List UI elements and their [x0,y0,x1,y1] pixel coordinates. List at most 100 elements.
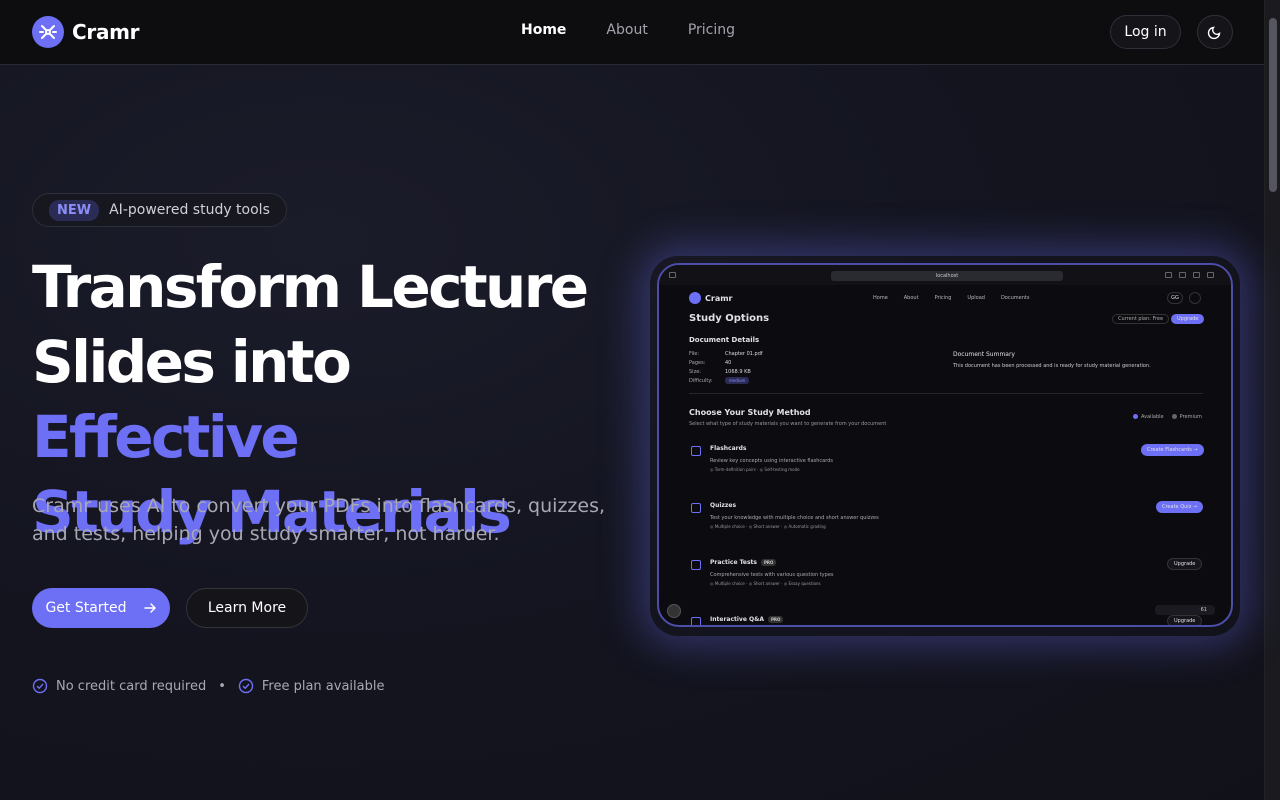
sidebar-toggle-icon [669,272,676,278]
preview-nav-link: Pricing [934,295,952,301]
preview-nav-link: About [903,295,919,301]
row-value: 1068.9 KB [725,369,751,375]
preview-doc-row: Size: 1068.9 KB [689,369,751,375]
scrollbar-thumb[interactable] [1269,18,1277,192]
preview-nav: Cramr Home About Pricing Upload Document… [689,292,1209,306]
nav-link-home[interactable]: Home [521,22,566,38]
preview-nav-link: Upload [967,295,985,301]
preview-avatar: GG [1167,292,1183,304]
brand-name: Cramr [72,20,140,44]
document-icon [691,503,701,513]
badge-new-tag: NEW [49,199,100,221]
preview-create-flashcards-button: Create Flashcards → [1141,444,1204,456]
preview-card-title: Practice Tests PRO [710,559,777,566]
browser-toolbar: localhost [659,265,1231,285]
headline-line2-plain: Slides into [32,328,352,396]
hero-subtext: Cramr uses AI to convert your PDFs into … [32,495,606,545]
preview-plan-badge: Current plan: Free [1112,314,1170,324]
preview-upgrade-button: Upgrade [1171,314,1205,324]
legend-item: Available [1133,414,1164,420]
preview-legend: Available Premium [1133,414,1202,420]
preview-logo-icon [689,292,701,304]
badge-text: AI-powered study tools [109,202,270,218]
preview-summary-heading: Document Summary [953,351,1015,358]
preview-card-tags: ◎ Multiple choice · ◎ Short answer · ◎ A… [710,524,826,529]
chat-icon [691,617,701,625]
legend-label: Available [1141,414,1164,420]
headline-line2-accent: Effective [32,403,300,471]
scrollbar[interactable] [1264,0,1280,800]
pro-badge: PRO [760,559,777,566]
preview-summary-text: This document has been processed and is … [953,363,1151,369]
theme-toggle-button[interactable] [1197,15,1233,49]
arrow-right-icon [143,603,156,613]
preview-card-title: Quizzes [710,502,737,509]
preview-moon-icon [1189,292,1201,304]
feature-separator: • [218,678,226,694]
login-button[interactable]: Log in [1110,15,1181,49]
preview-upgrade-card-button: Upgrade [1167,558,1203,570]
address-bar: localhost [831,271,1063,281]
preview-card-title: Interactive Q&A PRO [710,616,784,623]
check-circle-icon [32,678,48,694]
preview-status-bar: 61 [1155,605,1215,615]
nav-links: Home About Pricing [521,22,735,38]
preview-upgrade-card-button: Upgrade [1167,615,1203,625]
preview-doc-row: File: Chapter 01.pdf [689,351,763,357]
preview-doc-row: Pages: 40 [689,360,731,366]
preview-card-title: Flashcards [710,445,747,452]
preview-doc-row: Difficulty: [689,378,713,384]
preview-divider [689,393,1203,394]
tabs-icon [1207,272,1214,278]
preview-doc-details-heading: Document Details [689,336,760,344]
preview-card-desc: Test your knowledge with multiple choice… [710,515,879,521]
feature-list: No credit card required • Free plan avai… [32,678,384,694]
book-icon [691,446,701,456]
feature-item: Free plan available [238,678,385,694]
get-started-label: Get Started [45,600,127,616]
preview-choose-heading: Choose Your Study Method [689,408,811,417]
headline-line1: Transform Lecture [32,253,589,321]
row-label: Size: [689,369,701,375]
share-icon [1179,272,1186,278]
brand-logo-icon [32,16,64,48]
feature-text: No credit card required [56,678,207,694]
preview-card-desc: Comprehensive tests with various questio… [710,572,834,578]
preview-difficulty-badge: medium [725,377,750,384]
preview-nav-link: Documents [1000,295,1030,301]
feature-text: Free plan available [261,678,385,694]
card-title-text: Interactive Q&A [710,616,764,623]
preview-card-tags: ◎ Multiple choice · ◎ Short answer · ◎ E… [710,581,821,586]
feature-item: No credit card required [32,678,206,694]
preview-choose-subtext: Select what type of study materials you … [689,421,887,427]
row-label: Pages: [689,360,706,366]
nav-link-pricing[interactable]: Pricing [688,22,735,38]
announcement-badge: NEW AI-powered study tools [32,193,287,227]
row-value: Chapter 01.pdf [725,351,763,357]
plus-icon [1193,272,1200,278]
row-label: File: [689,351,700,357]
check-circle-icon [238,678,254,694]
preview-card-desc: Review key concepts using interactive fl… [710,458,833,464]
get-started-button[interactable]: Get Started [32,588,170,628]
app-preview-screenshot: localhost Cramr Home About Pricing Uploa… [657,263,1233,627]
preview-title: Study Options [689,313,770,324]
preview-create-quiz-button: Create Quiz → [1156,501,1204,513]
legend-label: Premium [1179,414,1202,420]
preview-nav-link: Home [873,295,888,301]
pro-badge: PRO [767,616,784,623]
preview-nav-links: Home About Pricing Upload Documents [873,295,1029,301]
brand[interactable]: Cramr [32,16,140,48]
top-nav: Cramr Home About Pricing Log in [0,0,1264,65]
legend-item: Premium [1171,414,1202,420]
preview-fab-icon [667,604,681,618]
nav-link-about[interactable]: About [606,22,647,38]
test-icon [691,560,701,570]
card-title-text: Practice Tests [710,559,757,566]
learn-more-button[interactable]: Learn More [186,588,308,628]
row-label: Difficulty: [689,378,713,384]
moon-icon [1207,26,1221,40]
cloud-icon [1165,272,1172,278]
preview-card-tags: ◎ Term-definition pairs · ◎ Self-testing… [710,467,800,472]
row-value: 40 [725,360,732,366]
